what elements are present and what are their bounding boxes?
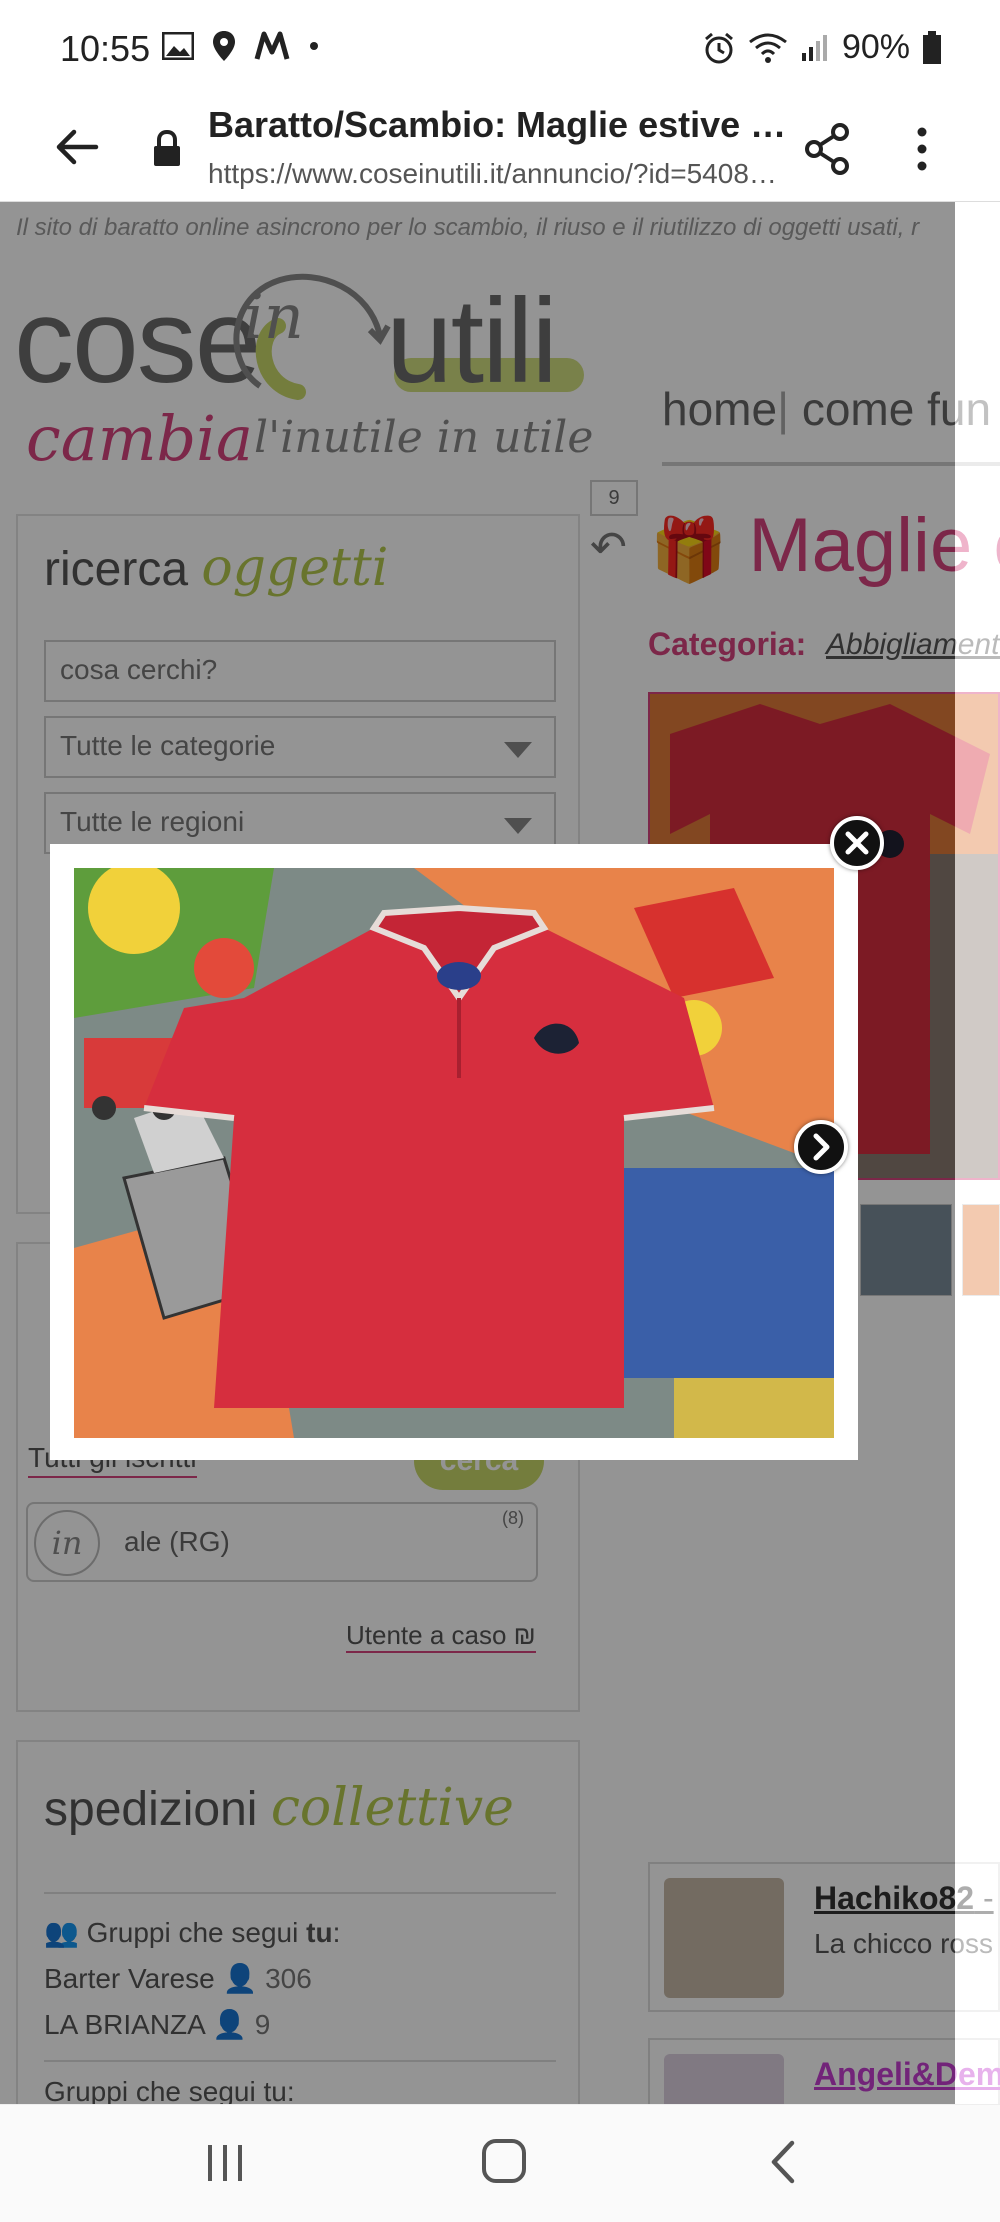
page-url[interactable]: https://www.coseinutili.it/annuncio/?id=…	[208, 158, 798, 190]
dot-icon	[310, 42, 318, 50]
battery-icon	[923, 30, 941, 64]
lightbox-next-button[interactable]	[794, 1120, 848, 1174]
gallery-icon	[162, 32, 194, 60]
home-icon[interactable]	[480, 2137, 528, 2185]
system-nav-bar	[0, 2104, 1000, 2222]
browser-toolbar: Baratto/Scambio: Maglie estive 1… https:…	[0, 96, 1000, 202]
more-vert-icon[interactable]	[900, 124, 944, 174]
page-title[interactable]: Baratto/Scambio: Maglie estive 1…	[208, 104, 798, 146]
signal-icon	[801, 34, 827, 61]
backdrop-edge	[955, 202, 1000, 2104]
chevron-right-icon	[813, 1133, 830, 1161]
close-icon	[845, 831, 869, 855]
lightbox-close-button[interactable]	[830, 816, 884, 870]
lock-icon[interactable]	[150, 130, 184, 168]
alarm-icon	[704, 32, 733, 63]
wifi-icon	[749, 33, 787, 63]
battery-percent: 90%	[841, 28, 910, 66]
notification-icons	[162, 30, 320, 62]
system-back-icon[interactable]	[764, 2137, 800, 2187]
status-time: 10:55	[60, 28, 151, 69]
image-lightbox	[50, 844, 858, 1460]
share-icon[interactable]	[802, 122, 852, 176]
app-m-icon	[254, 31, 290, 60]
location-icon	[213, 31, 235, 61]
recent-apps-icon[interactable]	[205, 2141, 245, 2185]
back-arrow-icon[interactable]	[52, 122, 102, 172]
status-bar: 10:55 90%	[0, 0, 1000, 96]
red-polo-shirt-image	[74, 868, 834, 1438]
system-icons: 90%	[702, 28, 942, 67]
lightbox-image[interactable]	[74, 868, 834, 1438]
